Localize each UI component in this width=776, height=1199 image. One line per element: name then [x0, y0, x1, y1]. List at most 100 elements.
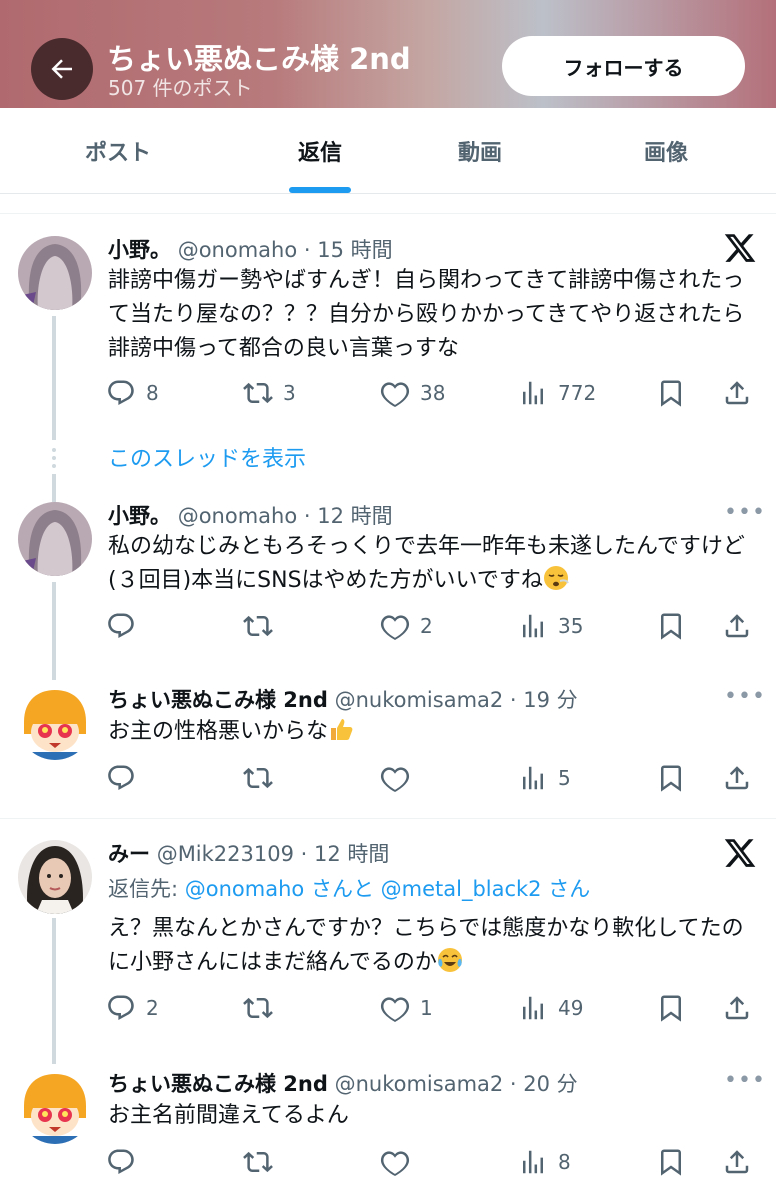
- repost-icon: [243, 993, 273, 1023]
- tweet-actions: 2 35: [106, 608, 756, 644]
- avatar[interactable]: [18, 686, 92, 760]
- display-name[interactable]: ちょい悪ぬこみ様 2nd: [108, 688, 328, 712]
- more-options-icon[interactable]: •••: [724, 500, 766, 525]
- reply-button[interactable]: [106, 1144, 146, 1180]
- avatar[interactable]: [18, 236, 92, 310]
- view-count: 5: [558, 766, 571, 790]
- show-thread-link[interactable]: このスレッドを表示: [108, 441, 306, 473]
- views-button[interactable]: 35: [518, 608, 583, 644]
- bookmark-button[interactable]: [656, 608, 686, 644]
- heart-icon: [380, 1147, 410, 1177]
- tweet-text: 私の幼なじみともろそっくりで去年一昨年も未遂したんですけど(３回目)本当にSNS…: [108, 530, 758, 598]
- repost-icon: [243, 763, 273, 793]
- more-options-icon[interactable]: •••: [724, 684, 766, 709]
- display-name[interactable]: 小野。: [108, 504, 171, 528]
- repost-button[interactable]: [243, 990, 283, 1026]
- reply-icon: [106, 378, 136, 408]
- share-button[interactable]: [722, 375, 752, 411]
- replying-to: 返信先: @onomaho さんと @metal_black2 さん: [108, 873, 590, 903]
- views-icon: [518, 763, 548, 793]
- bookmark-button[interactable]: [656, 1144, 686, 1180]
- like-button[interactable]: [380, 760, 420, 796]
- reply-suffix: さん: [541, 877, 591, 901]
- thread-dot: [52, 464, 56, 468]
- views-button[interactable]: 5: [518, 760, 571, 796]
- thread-connector: [52, 316, 56, 440]
- post-count: 507 件のポスト: [108, 76, 253, 100]
- views-icon: [518, 611, 548, 641]
- more-options-icon[interactable]: •••: [724, 1068, 766, 1093]
- share-button[interactable]: [722, 990, 752, 1026]
- follow-button[interactable]: フォローする: [502, 36, 745, 96]
- mention-link[interactable]: @onomaho: [185, 877, 305, 901]
- views-button[interactable]: 49: [518, 990, 583, 1026]
- reply-icon: [106, 763, 136, 793]
- tweet-header: 小野。 @onomaho · 12 時間: [108, 500, 393, 530]
- tweet-actions: 8: [106, 1144, 756, 1180]
- avatar[interactable]: [18, 840, 92, 914]
- reply-button[interactable]: [106, 760, 146, 796]
- heart-icon: [380, 763, 410, 793]
- tweet-header: 小野。 @onomaho · 15 時間: [108, 234, 393, 264]
- reply-icon: [106, 611, 136, 641]
- active-tab-indicator: [289, 187, 351, 193]
- bookmark-icon: [656, 1147, 686, 1177]
- tab-replies[interactable]: 返信: [236, 108, 404, 194]
- profile-tabs: ポスト 返信 動画 画像: [0, 108, 776, 194]
- view-count: 8: [558, 1150, 571, 1174]
- back-button[interactable]: [31, 38, 93, 100]
- mention-link[interactable]: @metal_black2: [381, 877, 542, 901]
- handle-time[interactable]: @Mik223109 · 12 時間: [157, 842, 390, 866]
- bookmark-button[interactable]: [656, 760, 686, 796]
- reply-count: 8: [146, 381, 159, 405]
- tweet-actions: 2 1 49: [106, 990, 756, 1026]
- tab-videos[interactable]: 動画: [404, 108, 556, 194]
- like-count: 1: [420, 996, 433, 1020]
- repost-button[interactable]: [243, 1144, 283, 1180]
- share-button[interactable]: [722, 760, 752, 796]
- display-name[interactable]: みー: [108, 842, 150, 866]
- views-button[interactable]: 8: [518, 1144, 571, 1180]
- tab-posts[interactable]: ポスト: [0, 108, 236, 194]
- tweet-text: お主の性格悪いからな: [108, 715, 758, 749]
- display-name[interactable]: ちょい悪ぬこみ様 2nd: [108, 1072, 328, 1096]
- heart-icon: [380, 378, 410, 408]
- share-icon: [722, 763, 752, 793]
- like-button[interactable]: 1: [380, 990, 433, 1026]
- tweet-text: お主名前間違えてるよん: [108, 1103, 349, 1128]
- views-button[interactable]: 772: [518, 375, 596, 411]
- tweet-text-content: 私の幼なじみともろそっくりで去年一昨年も未遂したんですけど(３回目)本当にSNS…: [108, 534, 745, 593]
- share-button[interactable]: [722, 608, 752, 644]
- like-button[interactable]: 2: [380, 608, 433, 644]
- like-button[interactable]: 38: [380, 375, 445, 411]
- like-button[interactable]: [380, 1144, 420, 1180]
- handle-time[interactable]: @nukomisama2 · 19 分: [335, 688, 578, 712]
- avatar[interactable]: [18, 1070, 92, 1144]
- heart-icon: [380, 993, 410, 1023]
- repost-button[interactable]: 3: [243, 375, 296, 411]
- like-count: 38: [420, 381, 446, 405]
- divider: [0, 818, 776, 819]
- repost-button[interactable]: [243, 760, 283, 796]
- handle-time[interactable]: @onomaho · 12 時間: [178, 504, 393, 528]
- avatar[interactable]: [18, 502, 92, 576]
- repost-button[interactable]: [243, 608, 283, 644]
- share-button[interactable]: [722, 1144, 752, 1180]
- handle-time[interactable]: @nukomisama2 · 20 分: [335, 1072, 578, 1096]
- reply-prefix: 返信先:: [108, 877, 185, 901]
- reply-button[interactable]: [106, 608, 146, 644]
- reply-button[interactable]: 2: [106, 990, 159, 1026]
- handle-time[interactable]: @onomaho · 15 時間: [178, 238, 393, 262]
- thumbs-up-emoji-icon: [331, 719, 353, 740]
- bookmark-button[interactable]: [656, 375, 686, 411]
- tab-images[interactable]: 画像: [556, 108, 776, 194]
- x-logo-icon: [723, 836, 757, 870]
- tweet-text-content: お主の性格悪いからな: [108, 719, 329, 744]
- like-count: 2: [420, 614, 433, 638]
- views-icon: [518, 993, 548, 1023]
- share-icon: [722, 378, 752, 408]
- views-icon: [518, 378, 548, 408]
- display-name[interactable]: 小野。: [108, 238, 171, 262]
- reply-button[interactable]: 8: [106, 375, 159, 411]
- bookmark-button[interactable]: [656, 990, 686, 1026]
